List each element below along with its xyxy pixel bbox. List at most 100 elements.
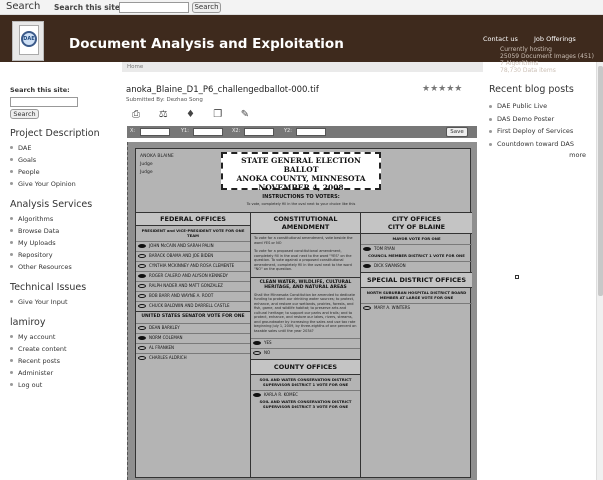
tag-icon[interactable]: ♦ [182,109,198,120]
vote-oval [253,341,261,345]
submitted-by: Submitted By: Dezhao Song [126,97,203,103]
candidate: BARACK OBAMA AND JOE BIDEN [136,251,250,258]
site-header: DAE Document Analysis and Exploitation C… [0,15,603,74]
candidate: ROGER CALERO AND ALYSON KENNEDY [136,271,250,278]
edit-icon[interactable]: ✎ [237,109,253,120]
mouse-cursor [515,275,519,279]
sidebar-item-people[interactable]: People [10,166,110,178]
sidebar-item-goals[interactable]: Goals [10,154,110,166]
amendment-intro: To vote for a constitutional amendment, … [254,236,353,245]
rating-stars[interactable]: ★★★★★ [422,84,462,94]
y2-label: Y2: [284,128,292,134]
save-button[interactable]: Save [446,127,468,137]
right-sidebar: Recent blog posts DAE Public Live DAS De… [489,84,594,159]
city-head: CITY OFFICES CITY OF BLAINE [361,212,472,234]
site-name[interactable]: Document Analysis and Exploitation [69,36,344,52]
nav-contact-us[interactable]: Contact us [483,35,518,43]
amendment-title: CLEAN WATER, WILDLIFE, CULTURAL HERITAGE… [251,276,360,291]
document-toolbar: ⎙ ⚖ ♦ ❐ ✎ [128,109,262,123]
sidebar-item-dae[interactable]: DAE [10,142,110,154]
county-head: COUNTY OFFICES [251,359,360,375]
hospital-sub: NORTH SUBURBAN HOSPITAL DISTRICT BOARD M… [366,290,467,300]
vote-oval [363,306,371,310]
y2-field[interactable] [296,128,326,136]
sidebar-item-recent-posts[interactable]: Recent posts [10,355,110,367]
left-sidebar: Search this site: Search Project Descrip… [10,86,110,391]
special-head: SPECIAL DISTRICT OFFICES [361,272,472,288]
sidebar-item-log-out[interactable]: Log out [10,379,110,391]
copy-icon[interactable]: ❐ [210,109,226,120]
vote-oval [363,247,371,251]
blog-post-link[interactable]: First Deploy of Services [489,125,594,138]
ballot-ident: ANOKA BLAINE Judge Judge [140,154,174,175]
ballot-image: ANOKA BLAINE Judge Judge STATE GENERAL E… [135,148,472,478]
sidebar-item-give-input[interactable]: Give Your Input [10,296,110,308]
x2-field[interactable] [244,128,274,136]
amendment-head: CONSTITUTIONAL AMENDMENT [251,212,360,234]
vote-oval [138,294,146,298]
sidebar-item-repository[interactable]: Repository [10,249,110,261]
blog-post-link[interactable]: Countdown toward DAS [489,138,594,151]
site-logo[interactable]: DAE [12,21,44,61]
sidebar-search-input[interactable] [10,97,78,107]
candidate: KARLA R. KOMEC [251,390,360,397]
y1-field[interactable] [193,128,223,136]
blog-post-link[interactable]: DAS Demo Poster [489,113,594,126]
candidate: TOM RYAN [361,244,472,251]
more-link[interactable]: more [489,151,594,159]
sidebar-item-algorithms[interactable]: Algorithms [10,213,110,225]
amendment-column: CONSTITUTIONAL AMENDMENT To vote for a c… [251,212,361,478]
x-field[interactable] [140,128,170,136]
vote-oval [363,264,371,268]
top-search-button[interactable]: Search [192,2,221,13]
candidate: DICK SWANSON [361,261,472,268]
logo-magnifier-icon: DAE [21,31,37,47]
ballot-header: STATE GENERAL ELECTION BALLOT ANOKA COUN… [221,152,381,192]
amendment-para2: Shall the Minnesota Constitution be amen… [254,292,357,333]
mayor-sub: MAYOR VOTE FOR ONE [392,236,441,241]
document-title: anoka_Blaine_D1_P6_challengedballot-000.… [126,85,319,95]
candidate: JOHN McCAIN AND SARAH PALIN [136,241,250,248]
county-sub2: SOIL AND WATER CONSERVATION DISTRICT SUP… [259,399,352,409]
vote-oval [138,264,146,268]
top-search-label: Search this site: [54,3,123,12]
yes-option: YES [251,338,360,345]
federal-column: FEDERAL OFFICES PRESIDENT and VICE-PRESI… [136,212,251,478]
print-icon[interactable]: ⎙ [128,109,144,120]
candidate: RALPH NADER AND MATT GONZALEZ [136,281,250,288]
candidate: AL FRANKEN [136,342,250,350]
vote-oval [253,351,261,355]
vote-oval [138,355,146,360]
vote-oval [138,335,146,340]
recent-posts-title: Recent blog posts [489,84,574,95]
breadcrumb[interactable]: Home [122,62,483,72]
blog-post-link[interactable]: DAE Public Live [489,100,594,113]
document-image-viewer[interactable]: ANOKA BLAINE Judge Judge STATE GENERAL E… [127,142,477,480]
sidebar-search-button[interactable]: Search [10,109,39,119]
sidebar-item-my-uploads[interactable]: My Uploads [10,237,110,249]
top-search-title: Search [6,1,41,12]
y1-label: Y1: [181,128,189,134]
scrollbar-thumb[interactable] [598,66,603,296]
section-title-technical-issues: Technical Issues [10,282,87,293]
candidate: BOB BARR AND WAYNE A. ROOT [136,291,250,298]
sidebar-item-my-account[interactable]: My account [10,331,110,343]
sidebar-item-other-resources[interactable]: Other Resources [10,261,110,273]
candidate: CHUCK BALDWIN AND DARRELL CASTLE [136,301,250,308]
no-option: NO [251,348,360,355]
sidebar-item-administer[interactable]: Administer [10,367,110,379]
sidebar-item-browse-data[interactable]: Browse Data [10,225,110,237]
hosting-info: Currently hosting 25059 Document Images … [500,46,594,74]
vote-oval [253,393,261,397]
x-label: X: [130,128,136,134]
vote-oval [138,304,146,308]
top-search-input[interactable] [119,2,189,13]
sidebar-item-give-opinion[interactable]: Give Your Opinion [10,178,110,190]
vote-oval [138,345,146,350]
sidebar-item-create-content[interactable]: Create content [10,343,110,355]
page-scrollbar[interactable] [596,62,603,480]
vote-oval [138,254,146,258]
candidate: CHARLES ALDRICH [136,352,250,360]
nav-job-offerings[interactable]: Job Offerings [534,35,576,43]
flask-icon[interactable]: ⚖ [155,109,171,120]
